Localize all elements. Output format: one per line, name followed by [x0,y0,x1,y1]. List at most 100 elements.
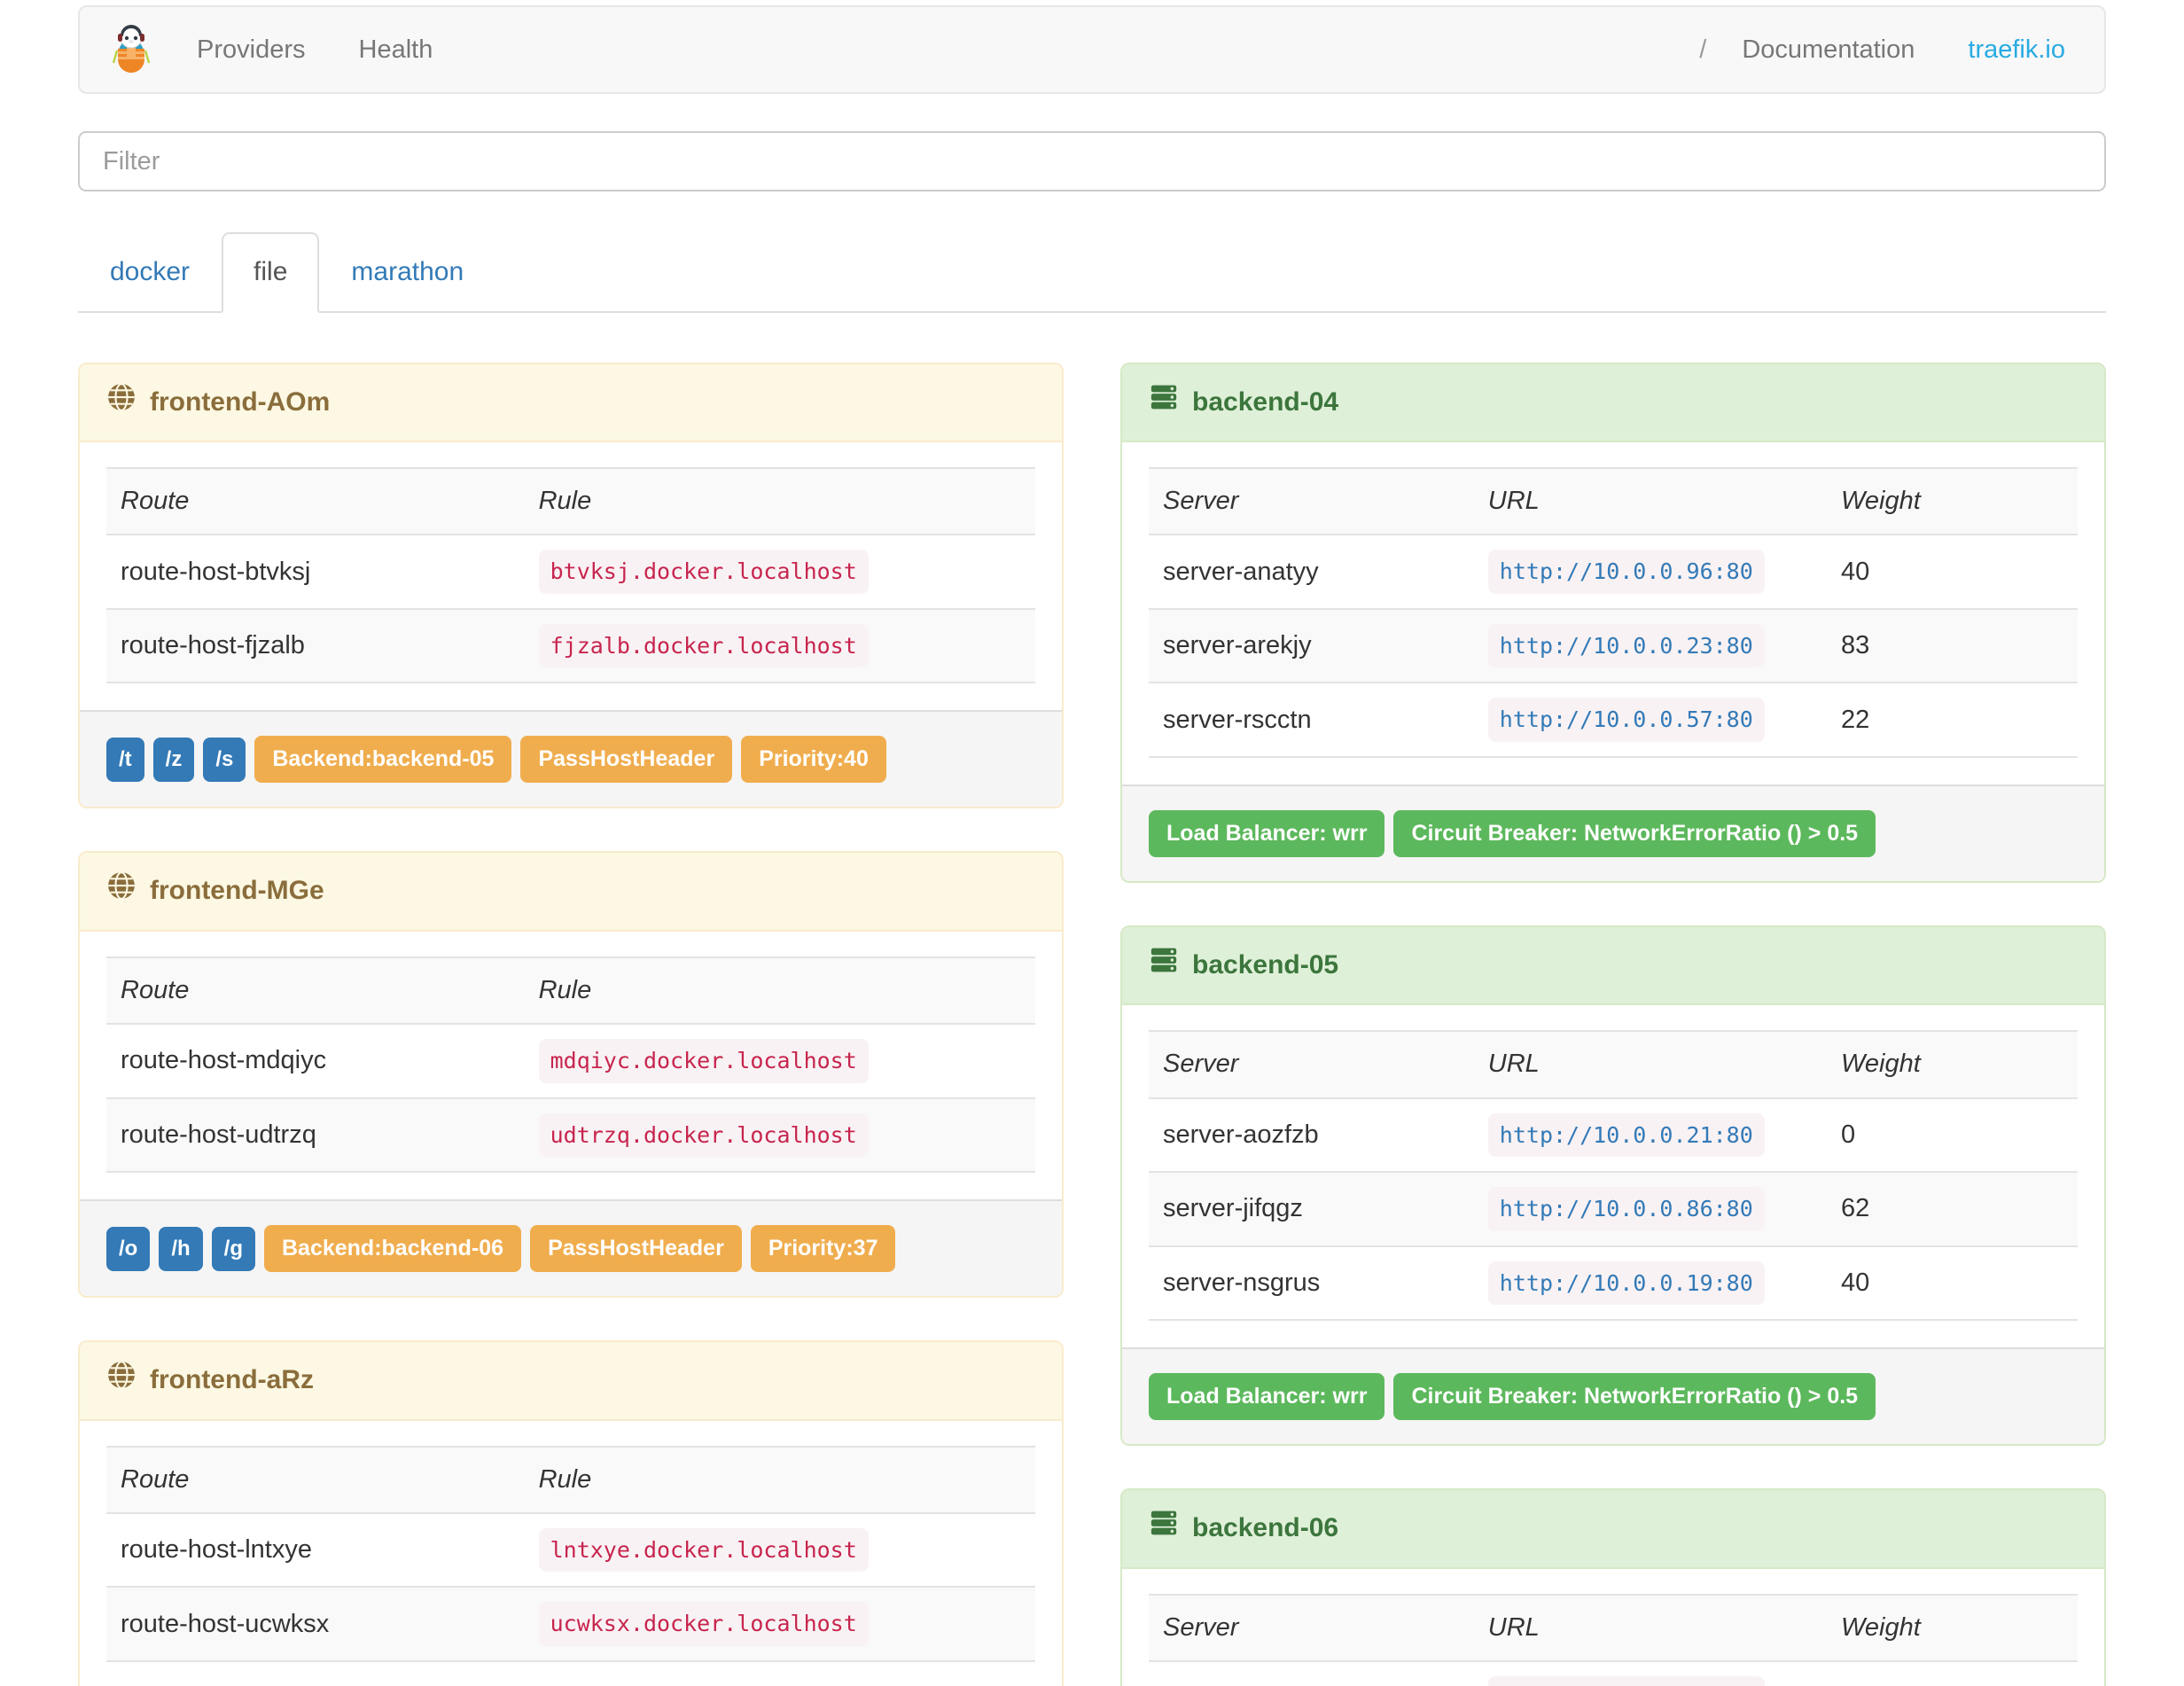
server-url-link[interactable]: http://10.0.0.86:80 [1500,1196,1753,1222]
servers-table: Server URL Weight server-aozfzb http://1… [1149,1030,2078,1322]
frontend-card-header: frontend-AOm [80,363,1062,443]
priority-badge: Priority:40 [741,736,886,784]
server-url-link[interactable]: http://10.0.0.21:80 [1500,1122,1753,1148]
tab-marathon-label[interactable]: marathon [319,232,495,313]
backend-card-body: Server URL Weight server-opbuop http://1… [1122,1569,2104,1686]
frontend-card-AOm: frontend-AOm Route Rule route-host-btvks… [78,362,1064,809]
route-name: route-host-btvksj [106,534,525,609]
server-name: server-anatyy [1149,534,1474,609]
entrypoint-badge: /z [152,737,195,782]
backend-ref-badge: Backend:backend-06 [263,1225,522,1273]
servers-table-header: Server URL Weight [1149,1593,2078,1661]
server-url-chip: http://10.0.0.23:80 [1487,623,1765,668]
backend-title: backend-04 [1192,386,1339,417]
entrypoint-badge: /g [211,1226,255,1271]
frontend-card-header: frontend-aRz [80,1342,1062,1421]
passhostheader-badge: PassHostHeader [520,736,733,784]
navbar-left: Providers Health [92,7,459,92]
filter-bar [78,131,2106,191]
table-row: server-arekjy http://10.0.0.23:80 83 [1149,607,2078,683]
filter-input[interactable] [78,131,2106,191]
col-route: Route [106,956,525,1025]
route-name: route-host-udtrzq [106,1097,525,1174]
servers-table-header: Server URL Weight [1149,1030,2078,1098]
frontend-title: frontend-AOm [150,386,331,417]
entrypoint-badge: /h [159,1226,203,1271]
globe-icon [106,870,136,912]
server-icon [1149,382,1179,424]
load-balancer-badge: Load Balancer: wrr [1149,809,1385,857]
server-weight: 40 [1827,1245,2078,1322]
globe-icon [106,382,136,424]
col-server: Server [1149,467,1474,535]
frontend-title: frontend-aRz [150,1365,314,1395]
tab-docker[interactable]: docker [78,232,222,313]
col-rule: Rule [524,956,1035,1025]
server-weight: 22 [1827,682,2078,758]
server-name: server-opbuop [1149,1659,1474,1686]
server-url-link[interactable]: http://10.0.0.23:80 [1500,633,1753,659]
nav-link-documentation[interactable]: Documentation [1715,7,1941,92]
routes-table-header: Route Rule [106,956,1035,1025]
routes-table: Route Rule route-host-btvksj btvksj.dock… [106,467,1035,684]
tab-docker-label[interactable]: docker [78,232,222,313]
server-url-link[interactable]: http://10.0.0.19:80 [1500,1270,1753,1296]
server-name: server-rscctn [1149,682,1474,758]
col-rule: Rule [524,1445,1035,1513]
table-row: route-host-ucwksx ucwksx.docker.localhos… [106,1586,1035,1662]
server-url-chip: http://10.0.0.19:80 [1487,1261,1765,1306]
server-url-link[interactable]: http://10.0.0.57:80 [1500,706,1753,732]
col-route: Route [106,467,525,535]
priority-badge: Priority:37 [750,1225,896,1273]
server-weight: 92 [1827,1659,2078,1686]
tab-marathon[interactable]: marathon [319,232,495,313]
nav-link-providers[interactable]: Providers [170,7,332,92]
routes-table-header: Route Rule [106,467,1035,535]
server-weight: 40 [1827,534,2078,609]
frontend-card-footer: /o /h /g Backend:backend-06 PassHostHead… [80,1199,1062,1297]
col-url: URL [1473,467,1828,535]
nav-link-health[interactable]: Health [332,7,460,92]
content: frontend-AOm Route Rule route-host-btvks… [78,362,2106,1686]
tab-file-label[interactable]: file [222,232,320,313]
server-weight: 0 [1827,1097,2078,1173]
table-row: server-nsgrus http://10.0.0.19:80 40 [1149,1245,2078,1322]
route-name: route-host-fjzalb [106,607,525,684]
server-url-chip: http://10.0.0.96:80 [1487,550,1765,594]
passhostheader-badge: PassHostHeader [530,1225,742,1273]
tab-file[interactable]: file [222,232,320,313]
navbar-right: / Documentation traefik.io [1690,7,2092,92]
backend-card-header: backend-05 [1122,926,2104,1006]
backend-title: backend-05 [1192,949,1339,980]
col-rule: Rule [524,467,1035,535]
frontend-card-body: Route Rule route-host-btvksj btvksj.dock… [80,442,1062,710]
frontend-card-MGe: frontend-MGe Route Rule route-host-mdqiy… [78,851,1064,1299]
frontend-card-body: Route Rule route-host-lntxye lntxye.dock… [80,1421,1062,1686]
table-row: server-anatyy http://10.0.0.96:80 40 [1149,534,2078,609]
server-url-link[interactable]: http://10.0.0.96:80 [1500,558,1753,584]
frontend-card-header: frontend-MGe [80,853,1062,932]
col-url: URL [1473,1593,1828,1661]
backend-card-header: backend-04 [1122,363,2104,443]
server-url-chip: http://10.0.0.57:80 [1487,698,1765,742]
backend-title: backend-06 [1192,1513,1339,1543]
table-row: route-host-mdqiyc mdqiyc.docker.localhos… [106,1023,1035,1098]
entrypoint-badge: /s [203,737,246,782]
server-name: server-arekjy [1149,607,1474,683]
table-row: server-opbuop http://10.0.0.18:80 92 [1149,1659,2078,1686]
table-row: server-jifqgz http://10.0.0.86:80 62 [1149,1171,2078,1246]
routes-table: Route Rule route-host-mdqiyc mdqiyc.dock… [106,956,1035,1174]
backends-column: backend-04 Server URL Weight server-anat… [1120,362,2106,1686]
rule-chip: ucwksx.docker.localhost [538,1602,869,1646]
server-url-chip: http://10.0.0.86:80 [1487,1187,1765,1231]
nav-link-traefik-io[interactable]: traefik.io [1941,7,2092,92]
rule-chip: udtrzq.docker.localhost [538,1112,869,1158]
backend-ref-badge: Backend:backend-05 [254,736,512,784]
provider-tabs: docker file marathon [78,232,2106,313]
traefik-logo-icon [92,24,170,75]
table-row: server-aozfzb http://10.0.0.21:80 0 [1149,1097,2078,1173]
col-route: Route [106,1445,525,1513]
circuit-breaker-badge: Circuit Breaker: NetworkErrorRatio () > … [1393,1373,1876,1421]
frontends-column: frontend-AOm Route Rule route-host-btvks… [78,362,1064,1686]
backend-card-body: Server URL Weight server-anatyy http://1… [1122,442,2104,784]
